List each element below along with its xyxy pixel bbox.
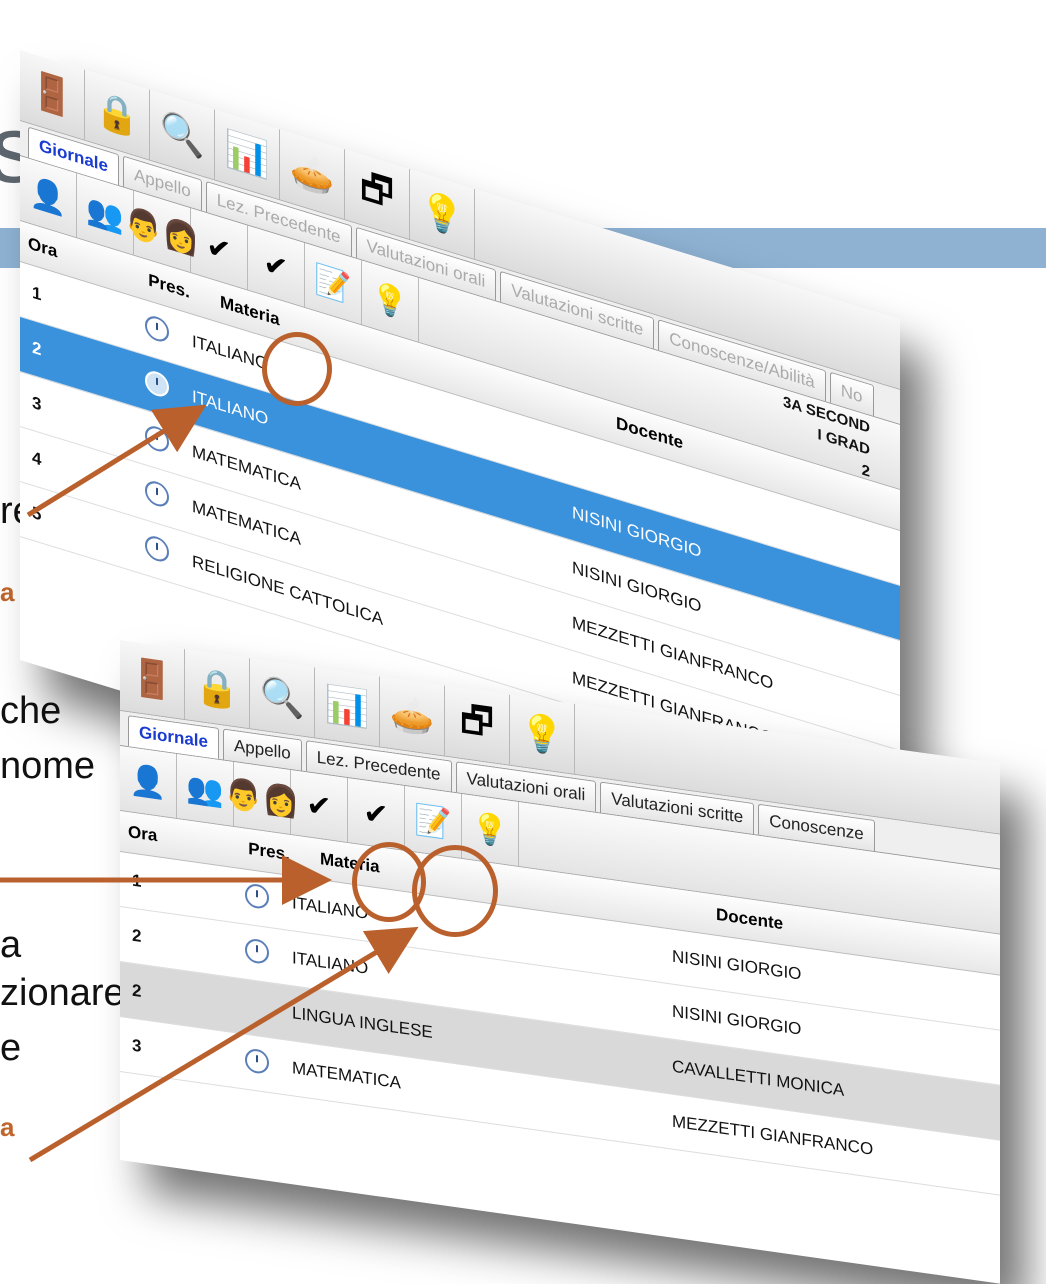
annotation-arrow — [26, 404, 207, 518]
annotation-arrows — [0, 404, 419, 1163]
annotation-arrow — [28, 926, 419, 1163]
